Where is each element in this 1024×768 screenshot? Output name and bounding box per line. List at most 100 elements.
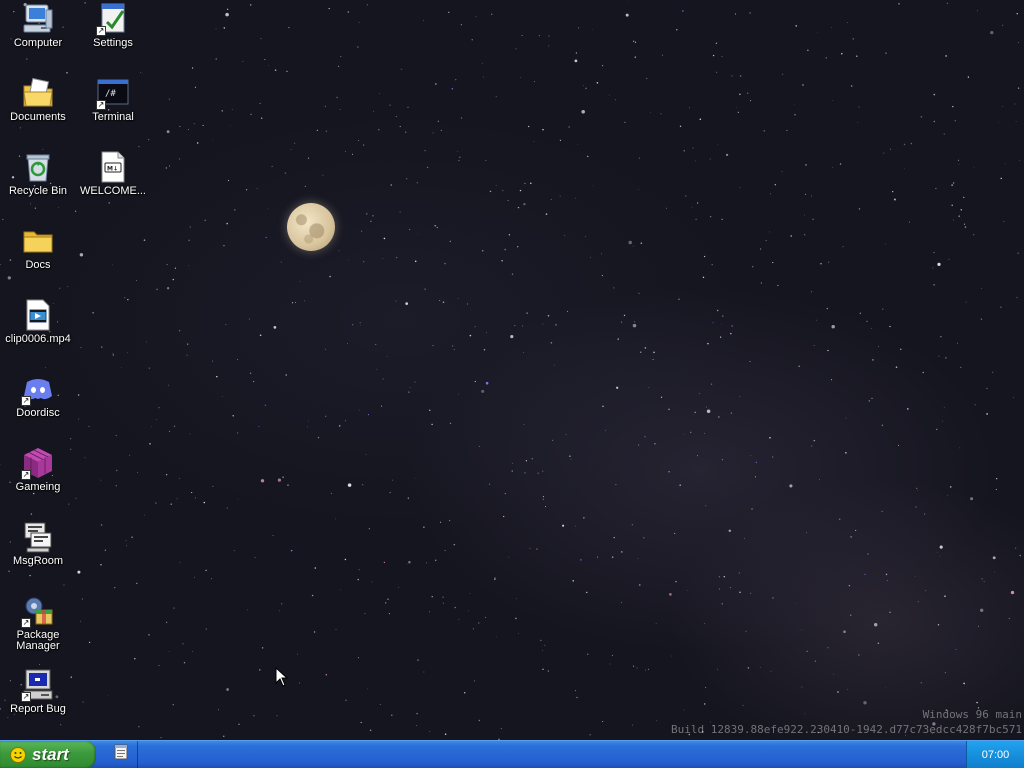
star — [359, 322, 361, 324]
star — [225, 12, 229, 17]
star — [789, 484, 793, 488]
star — [504, 248, 506, 251]
star — [416, 182, 418, 184]
star — [144, 514, 145, 516]
desktop-icon-recycle-bin[interactable]: Recycle Bin — [1, 150, 75, 197]
desktop-icon-msgroom[interactable]: MsgRoom — [1, 520, 75, 567]
star — [237, 498, 239, 500]
desktop-icon-doordisc[interactable]: ↗ Doordisc — [1, 372, 75, 419]
star — [304, 185, 306, 187]
start-button-label: start — [32, 744, 69, 764]
desktop-icon-gameing[interactable]: ↗ Gameing — [1, 446, 75, 493]
star — [602, 720, 604, 723]
star — [345, 699, 347, 701]
desktop-icon-clip0006[interactable]: clip0006.mp4 — [1, 298, 75, 345]
star — [188, 239, 190, 242]
star — [590, 257, 591, 259]
star — [455, 79, 457, 81]
star — [770, 670, 772, 672]
star — [747, 92, 749, 94]
desktop-icon-docs[interactable]: Docs — [1, 224, 75, 271]
star — [675, 580, 677, 583]
star — [868, 400, 871, 402]
star — [432, 345, 434, 347]
star — [166, 621, 168, 623]
markdown-file-icon: M↓ — [96, 150, 130, 184]
desktop-icon-package-manager[interactable]: ↗ Package Manager — [1, 594, 75, 652]
desktop-icon-settings[interactable]: ↗ Settings — [76, 2, 150, 49]
star — [810, 291, 812, 293]
clock[interactable]: 07:00 — [982, 749, 1010, 761]
star — [826, 307, 829, 310]
star — [525, 460, 528, 462]
star — [101, 346, 103, 348]
desktop-icon-computer[interactable]: Computer — [1, 2, 75, 49]
star — [682, 10, 684, 12]
doordisc-icon: ↗ — [21, 372, 55, 406]
star — [399, 125, 401, 128]
star — [434, 225, 436, 227]
star — [545, 506, 547, 508]
star — [837, 691, 839, 693]
star — [328, 7, 330, 10]
star — [1016, 13, 1018, 15]
star — [528, 125, 530, 128]
desktop-icon-documents[interactable]: Documents — [1, 76, 75, 123]
star — [881, 510, 883, 513]
star — [415, 725, 417, 726]
star — [759, 248, 762, 250]
star — [839, 163, 842, 165]
star — [615, 483, 617, 485]
star — [647, 668, 649, 670]
star — [115, 485, 118, 487]
star — [964, 226, 967, 228]
star — [264, 404, 266, 406]
desktop[interactable]: Computer ↗ Settings Documents /# ↗ Termi… — [0, 0, 1024, 740]
star — [794, 104, 795, 106]
star — [922, 371, 924, 374]
star — [148, 139, 150, 141]
start-button[interactable]: start — [0, 741, 96, 768]
star — [92, 312, 94, 314]
star — [932, 267, 934, 269]
star — [440, 129, 442, 131]
star — [414, 260, 417, 263]
notepad-icon[interactable] — [114, 744, 128, 765]
star — [158, 407, 160, 409]
desktop-icon-report-bug[interactable]: ↗ Report Bug — [1, 668, 75, 715]
star — [172, 278, 174, 281]
star — [371, 581, 373, 583]
desktop-icon-welcome[interactable]: M↓ WELCOME... — [76, 150, 150, 197]
star — [68, 503, 70, 505]
star — [145, 341, 147, 343]
star — [974, 404, 976, 406]
star — [924, 513, 926, 515]
quick-launch-bar — [104, 741, 138, 768]
desktop-icon-terminal[interactable]: /# ↗ Terminal — [76, 76, 150, 123]
star — [444, 262, 446, 265]
star — [645, 669, 646, 671]
star — [963, 682, 965, 685]
star — [705, 687, 707, 688]
star — [769, 437, 771, 439]
star — [777, 284, 779, 287]
star — [744, 537, 746, 539]
star — [851, 85, 853, 87]
star — [454, 606, 456, 609]
icon-label-doordisc: Doordisc — [16, 407, 60, 419]
star — [591, 29, 593, 30]
star — [363, 261, 365, 263]
star — [395, 256, 398, 259]
star — [33, 492, 35, 495]
star — [920, 116, 923, 118]
star — [138, 146, 140, 148]
star — [148, 634, 150, 636]
star — [820, 263, 822, 265]
star — [1000, 306, 1002, 308]
shortcut-arrow-icon: ↗ — [21, 618, 31, 628]
taskbar[interactable]: start 07:00 — [0, 740, 1024, 768]
star — [786, 129, 788, 131]
star — [100, 479, 102, 481]
star — [131, 536, 133, 538]
star — [179, 330, 181, 332]
